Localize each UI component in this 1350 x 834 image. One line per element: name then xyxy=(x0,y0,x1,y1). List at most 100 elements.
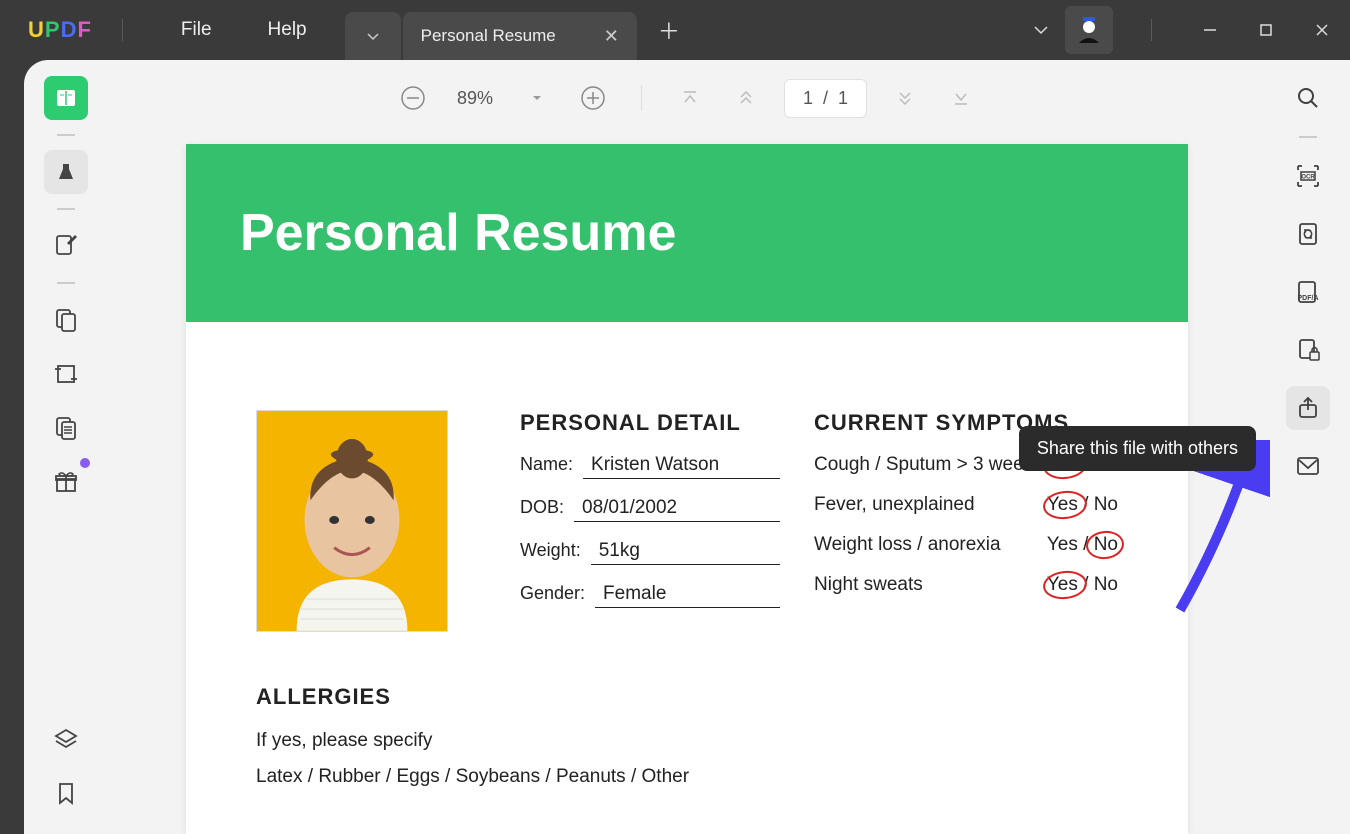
left-sidebar xyxy=(24,60,108,834)
allergies-line-1: If yes, please specify xyxy=(256,730,1118,752)
symptom-label: Night sweats xyxy=(814,574,923,596)
zoom-dropdown-button[interactable] xyxy=(519,80,555,116)
symptom-yn: Yes / No xyxy=(1047,534,1118,556)
chevron-up-bar-icon xyxy=(680,88,700,108)
circle-annotation-icon xyxy=(1085,529,1126,561)
sidebar-organize-button[interactable] xyxy=(44,298,88,342)
chevron-down-icon xyxy=(366,29,380,43)
avatar-icon xyxy=(1075,15,1103,45)
symptom-yn: Yes / No xyxy=(1047,494,1118,516)
sidebar-reader-button[interactable] xyxy=(44,76,88,120)
window-maximize-button[interactable] xyxy=(1238,2,1294,58)
svg-text:OCR: OCR xyxy=(1301,175,1315,181)
pages-icon xyxy=(53,307,79,333)
search-icon xyxy=(1296,86,1320,110)
document-viewport[interactable]: Personal Resume xyxy=(108,124,1266,834)
field-gender: Gender: Female xyxy=(520,583,780,608)
symptom-row: Weight loss / anorexia Yes / No xyxy=(814,534,1118,556)
reader-icon xyxy=(54,86,78,110)
titlebar-divider xyxy=(122,19,123,41)
highlighter-icon xyxy=(53,159,79,185)
tab-new-button[interactable]: ＋ xyxy=(647,8,691,52)
crop-icon xyxy=(53,361,79,387)
document-page: Personal Resume xyxy=(186,144,1188,834)
gift-icon xyxy=(53,469,79,495)
dropdown-button[interactable] xyxy=(1017,6,1065,54)
email-icon xyxy=(1296,456,1320,476)
allergies-heading: ALLERGIES xyxy=(256,684,1118,710)
zoom-out-button[interactable] xyxy=(395,80,431,116)
prev-page-button[interactable] xyxy=(728,80,764,116)
search-button[interactable] xyxy=(1286,76,1330,120)
sidebar-bookmark-button[interactable] xyxy=(44,772,88,816)
chevron-down-icon xyxy=(1032,21,1050,39)
layers-icon xyxy=(53,727,79,753)
minus-circle-icon xyxy=(400,85,426,111)
ocr-icon: OCR xyxy=(1294,163,1322,189)
title-bar: UPDF File Help Personal Resume ✕ ＋ xyxy=(0,0,1350,60)
window-minimize-button[interactable] xyxy=(1182,2,1238,58)
field-value: Female xyxy=(595,583,780,608)
maximize-icon xyxy=(1258,22,1274,38)
sidebar-edit-button[interactable] xyxy=(44,224,88,268)
symptom-row: Night sweats Yes / No xyxy=(814,574,1118,596)
pdfa-icon: PDF/A xyxy=(1293,279,1323,305)
menu-file[interactable]: File xyxy=(153,19,240,41)
redact-icon xyxy=(53,415,79,441)
toolbar-divider xyxy=(641,85,642,111)
chevron-down-icon xyxy=(895,88,915,108)
notification-dot-icon xyxy=(80,458,90,468)
symptom-label: Cough / Sputum > 3 weeks xyxy=(814,454,1043,476)
sidebar-redact-button[interactable] xyxy=(44,406,88,450)
app-logo: UPDF xyxy=(28,17,92,43)
sidebar-highlight-button[interactable] xyxy=(44,150,88,194)
plus-circle-icon xyxy=(580,85,606,111)
next-page-button[interactable] xyxy=(887,80,923,116)
page-indicator[interactable]: 1 / 1 xyxy=(784,79,867,118)
tab-home[interactable] xyxy=(345,12,401,60)
minimize-icon xyxy=(1202,22,1218,38)
share-button[interactable] xyxy=(1286,386,1330,430)
menu-help[interactable]: Help xyxy=(240,19,335,41)
sidebar-crop-button[interactable] xyxy=(44,352,88,396)
convert-button[interactable] xyxy=(1286,212,1330,256)
titlebar-divider xyxy=(1151,19,1152,41)
ocr-button[interactable]: OCR xyxy=(1286,154,1330,198)
right-sidebar: OCR PDF/A xyxy=(1266,60,1350,834)
sidebar-gift-button[interactable] xyxy=(44,460,88,504)
first-page-button[interactable] xyxy=(672,80,708,116)
field-value: Kristen Watson xyxy=(583,454,780,479)
zoom-value: 89% xyxy=(457,88,493,109)
sidebar-divider xyxy=(57,208,75,210)
profile-photo xyxy=(256,410,448,632)
field-label: Weight: xyxy=(520,540,581,561)
protect-button[interactable] xyxy=(1286,328,1330,372)
personal-detail-section: PERSONAL DETAIL Name: Kristen Watson DOB… xyxy=(520,410,780,632)
sidebar-layers-button[interactable] xyxy=(44,718,88,762)
bookmark-icon xyxy=(55,781,77,807)
tab-close-icon[interactable]: ✕ xyxy=(604,26,619,47)
pdfa-button[interactable]: PDF/A xyxy=(1286,270,1330,314)
symptom-label: Fever, unexplained xyxy=(814,494,975,516)
email-button[interactable] xyxy=(1286,444,1330,488)
svg-text:PDF/A: PDF/A xyxy=(1298,295,1319,302)
field-name: Name: Kristen Watson xyxy=(520,454,780,479)
field-label: Name: xyxy=(520,454,573,475)
last-page-button[interactable] xyxy=(943,80,979,116)
chevron-down-icon xyxy=(531,92,543,104)
window-close-button[interactable] xyxy=(1294,2,1350,58)
convert-icon xyxy=(1296,221,1320,247)
app-area: 89% 1 / 1 xyxy=(24,60,1350,834)
edit-icon xyxy=(53,233,79,259)
page-sep: / xyxy=(823,88,828,109)
tab-document[interactable]: Personal Resume ✕ xyxy=(403,12,637,60)
symptom-yn: Yes / No xyxy=(1047,574,1118,596)
personal-detail-heading: PERSONAL DETAIL xyxy=(520,410,780,436)
share-icon xyxy=(1296,396,1320,420)
user-avatar-button[interactable] xyxy=(1065,6,1113,54)
field-label: DOB: xyxy=(520,497,564,518)
zoom-in-button[interactable] xyxy=(575,80,611,116)
page-total: 1 xyxy=(838,88,848,109)
chevron-up-icon xyxy=(736,88,756,108)
field-weight: Weight: 51kg xyxy=(520,540,780,565)
